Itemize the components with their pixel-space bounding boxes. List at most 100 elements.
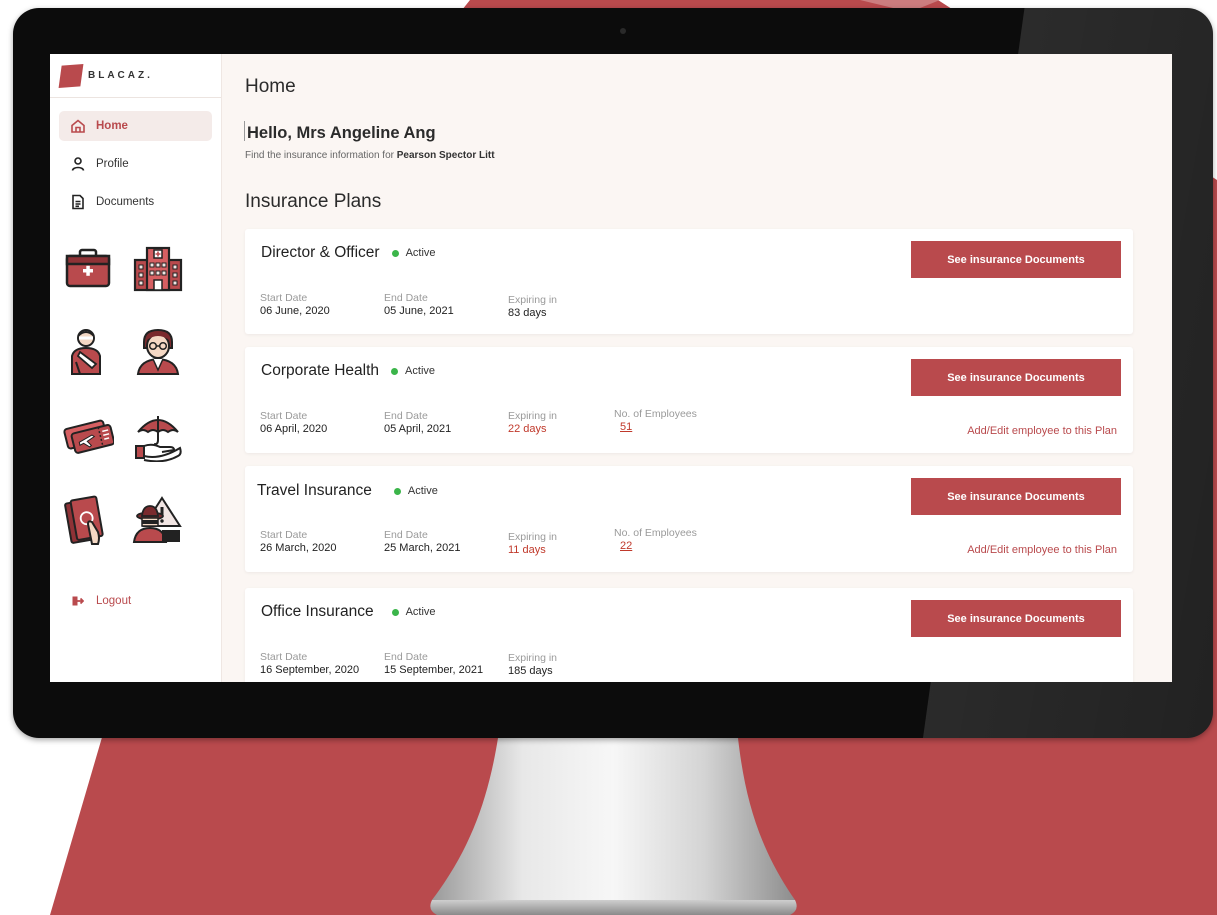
user-icon bbox=[71, 157, 85, 171]
end-date-field: End Date 15 September, 2021 bbox=[384, 651, 483, 676]
section-title: Insurance Plans bbox=[245, 191, 382, 212]
employees-label: No. of Employees bbox=[614, 527, 697, 539]
end-date-label: End Date bbox=[384, 651, 428, 663]
status-dot-icon bbox=[391, 249, 399, 257]
see-documents-button[interactable]: See insurance Documents bbox=[911, 359, 1121, 396]
see-documents-button[interactable]: See insurance Documents bbox=[911, 241, 1121, 278]
expiring-label: Expiring in bbox=[508, 652, 558, 664]
see-documents-button[interactable]: See insurance Documents bbox=[911, 600, 1121, 637]
expiring-field: Expiring in 22 days bbox=[508, 410, 557, 435]
hospital-building-icon bbox=[133, 246, 183, 292]
brand-name: BLACAZ. bbox=[88, 70, 153, 81]
start-date-label: Start Date bbox=[260, 651, 308, 663]
page-title: Home bbox=[245, 76, 296, 97]
sidebar-item-label: Profile bbox=[96, 158, 129, 170]
brand-logo[interactable]: BLACAZ. bbox=[50, 54, 221, 98]
status-dot-icon bbox=[391, 608, 399, 616]
injured-person-icon bbox=[71, 329, 101, 375]
status-label: Active bbox=[407, 485, 438, 497]
employees-label: No. of Employees bbox=[614, 408, 697, 420]
sidebar-item-documents[interactable]: Documents bbox=[59, 187, 212, 217]
plan-name: Office Insurance bbox=[261, 603, 374, 620]
status-badge: Active bbox=[391, 606, 436, 618]
start-date-value: 06 April, 2020 bbox=[260, 423, 328, 435]
fraud-warning-icon bbox=[132, 496, 182, 543]
plan-name: Travel Insurance bbox=[257, 482, 372, 499]
end-date-value: 25 March, 2021 bbox=[384, 542, 461, 554]
status-label: Active bbox=[405, 247, 436, 259]
sidebar-item-label: Documents bbox=[96, 196, 155, 208]
expiring-label: Expiring in bbox=[508, 531, 558, 543]
expiring-field: Expiring in 185 days bbox=[508, 652, 557, 677]
expiring-value: 185 days bbox=[508, 665, 553, 677]
plan-card-office-insurance: Office Insurance Active See insurance Do… bbox=[245, 588, 1133, 682]
add-edit-employee-link[interactable]: Add/Edit employee to this Plan bbox=[967, 544, 1117, 556]
end-date-label: End Date bbox=[384, 529, 428, 541]
home-icon bbox=[71, 119, 85, 133]
subline-text: Find the insurance information for bbox=[245, 150, 397, 161]
status-label: Active bbox=[405, 606, 436, 618]
end-date-field: End Date 25 March, 2021 bbox=[384, 529, 460, 554]
office-worker-icon bbox=[136, 328, 180, 375]
document-icon bbox=[72, 194, 84, 210]
plan-card-travel-insurance: Travel Insurance Active See insurance Do… bbox=[245, 466, 1133, 572]
end-date-value: 05 June, 2021 bbox=[384, 305, 454, 317]
cash-in-hand-icon bbox=[64, 495, 104, 545]
expiring-field: Expiring in 11 days bbox=[508, 531, 557, 556]
status-badge: Active bbox=[393, 485, 438, 497]
start-date-value: 06 June, 2020 bbox=[260, 305, 330, 317]
status-dot-icon bbox=[393, 487, 401, 495]
main-content: Home Hello, Mrs Angeline Ang Find the in… bbox=[222, 54, 1172, 682]
company-subline: Find the insurance information for Pears… bbox=[245, 150, 495, 161]
sidebar: BLACAZ. Home Profile Documents Logout bbox=[50, 54, 222, 682]
status-badge: Active bbox=[391, 365, 435, 377]
company-name: Pearson Spector Litt bbox=[396, 150, 495, 161]
start-date-label: Start Date bbox=[260, 292, 308, 304]
status-label: Active bbox=[405, 365, 436, 377]
greeting: Hello, Mrs Angeline Ang bbox=[247, 124, 436, 142]
expiring-label: Expiring in bbox=[508, 294, 558, 306]
logout-button[interactable]: Logout bbox=[72, 595, 131, 607]
start-date-value: 26 March, 2020 bbox=[260, 542, 337, 554]
start-date-field: Start Date 06 June, 2020 bbox=[260, 292, 330, 317]
sidebar-nav: Home Profile Documents bbox=[50, 98, 221, 217]
plan-card-director-officer: Director & Officer Active See insurance … bbox=[245, 229, 1133, 334]
camera-icon bbox=[620, 28, 626, 34]
employees-field: No. of Employees 51 bbox=[614, 408, 697, 433]
end-date-label: End Date bbox=[384, 410, 428, 422]
sidebar-item-profile[interactable]: Profile bbox=[59, 149, 212, 179]
add-edit-employee-link[interactable]: Add/Edit employee to this Plan bbox=[967, 425, 1117, 437]
end-date-value: 15 September, 2021 bbox=[384, 664, 484, 676]
text-cursor bbox=[244, 121, 245, 141]
plan-card-header: Director & Officer Active bbox=[261, 244, 436, 262]
end-date-field: End Date 05 April, 2021 bbox=[384, 410, 451, 435]
status-badge: Active bbox=[391, 247, 436, 259]
start-date-field: Start Date 06 April, 2020 bbox=[260, 410, 327, 435]
start-date-value: 16 September, 2020 bbox=[260, 664, 360, 676]
employee-count-link[interactable]: 22 bbox=[620, 540, 697, 552]
expiring-value: 22 days bbox=[508, 423, 547, 435]
plan-name: Corporate Health bbox=[261, 362, 380, 379]
logout-icon bbox=[72, 596, 84, 606]
end-date-field: End Date 05 June, 2021 bbox=[384, 292, 454, 317]
plan-card-header: Corporate Health Active bbox=[261, 362, 435, 380]
expiring-field: Expiring in 83 days bbox=[508, 294, 557, 319]
expiring-label: Expiring in bbox=[508, 410, 558, 422]
logo-mark-icon bbox=[58, 63, 84, 88]
see-documents-button[interactable]: See insurance Documents bbox=[911, 478, 1121, 515]
start-date-field: Start Date 26 March, 2020 bbox=[260, 529, 336, 554]
medical-kit-icon bbox=[65, 248, 111, 288]
expiring-value: 83 days bbox=[508, 307, 547, 319]
plan-card-corporate-health: Corporate Health Active See insurance Do… bbox=[245, 347, 1133, 453]
plan-card-header: Office Insurance Active bbox=[261, 603, 436, 621]
start-date-field: Start Date 16 September, 2020 bbox=[260, 651, 359, 676]
travel-tickets-icon bbox=[63, 419, 114, 454]
status-dot-icon bbox=[391, 367, 399, 375]
end-date-value: 05 April, 2021 bbox=[384, 423, 452, 435]
sidebar-item-home[interactable]: Home bbox=[59, 111, 212, 141]
app-screen: BLACAZ. Home Profile Documents Logout Ho… bbox=[50, 54, 1172, 682]
employee-count-link[interactable]: 51 bbox=[620, 421, 697, 433]
start-date-label: Start Date bbox=[260, 410, 308, 422]
plan-card-header: Travel Insurance Active bbox=[257, 482, 438, 500]
expiring-value: 11 days bbox=[508, 544, 546, 556]
